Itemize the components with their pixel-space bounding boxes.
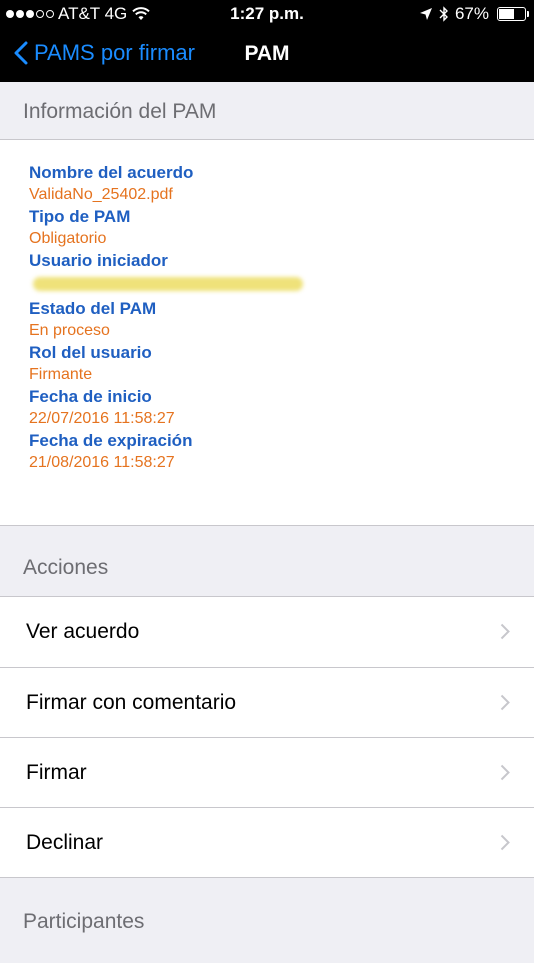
field-label-user-role: Rol del usuario [29,343,152,362]
action-sign[interactable]: Firmar [0,737,534,807]
field-value-expiration-date: 21/08/2016 11:58:27 [29,454,175,471]
field-label-agreement-name: Nombre del acuerdo [29,163,194,182]
status-right: 67% [419,4,529,24]
bluetooth-icon [439,6,448,22]
battery-icon [497,7,529,21]
field-value-pam-status: En proceso [29,322,110,339]
field-label-pam-status: Estado del PAM [29,299,157,318]
field-value-pam-type: Obligatorio [29,230,107,247]
action-label: Firmar con comentario [26,690,237,714]
action-label: Firmar [26,760,87,784]
participants-section-title: Participantes [23,910,145,933]
actions-section-header: Acciones [0,527,534,596]
navigation-bar: PAMS por firmar PAM [0,28,534,82]
participants-section-header: Participantes [0,881,534,950]
status-bar: AT&T 4G 1:27 p.m. 67% [0,0,534,28]
chevron-right-icon [500,764,510,781]
action-label: Declinar [26,830,104,854]
field-label-expiration-date: Fecha de expiración [29,431,193,450]
battery-percent: 67% [454,4,489,23]
page-title: PAM [244,42,290,65]
info-list: Nombre del acuerdo ValidaNo_25402.pdf Ti… [29,162,303,474]
action-label: Ver acuerdo [26,620,140,643]
field-value-start-date: 22/07/2016 11:58:27 [29,410,175,427]
actions-section-title: Acciones [23,556,109,579]
field-value-user-role: Firmante [29,366,93,383]
location-arrow-icon [419,8,432,20]
info-section-header: Información del PAM [0,82,534,139]
redacted-value [33,277,303,291]
chevron-right-icon [500,623,510,640]
field-label-pam-type: Tipo de PAM [29,207,131,226]
actions-list: Ver acuerdo Firmar con comentario Firmar… [0,596,534,878]
chevron-right-icon [500,694,510,711]
chevron-right-icon [500,834,510,851]
field-label-start-date: Fecha de inicio [29,387,152,406]
action-sign-with-comment[interactable]: Firmar con comentario [0,667,534,737]
field-label-initiator-user: Usuario iniciador [29,251,168,270]
field-value-agreement-name: ValidaNo_25402.pdf [29,186,173,203]
field-value-initiator-user [29,272,303,298]
action-decline[interactable]: Declinar [0,807,534,877]
info-card: Nombre del acuerdo ValidaNo_25402.pdf Ti… [0,139,534,526]
action-view-agreement[interactable]: Ver acuerdo [0,597,534,667]
info-section-title: Información del PAM [23,100,217,123]
